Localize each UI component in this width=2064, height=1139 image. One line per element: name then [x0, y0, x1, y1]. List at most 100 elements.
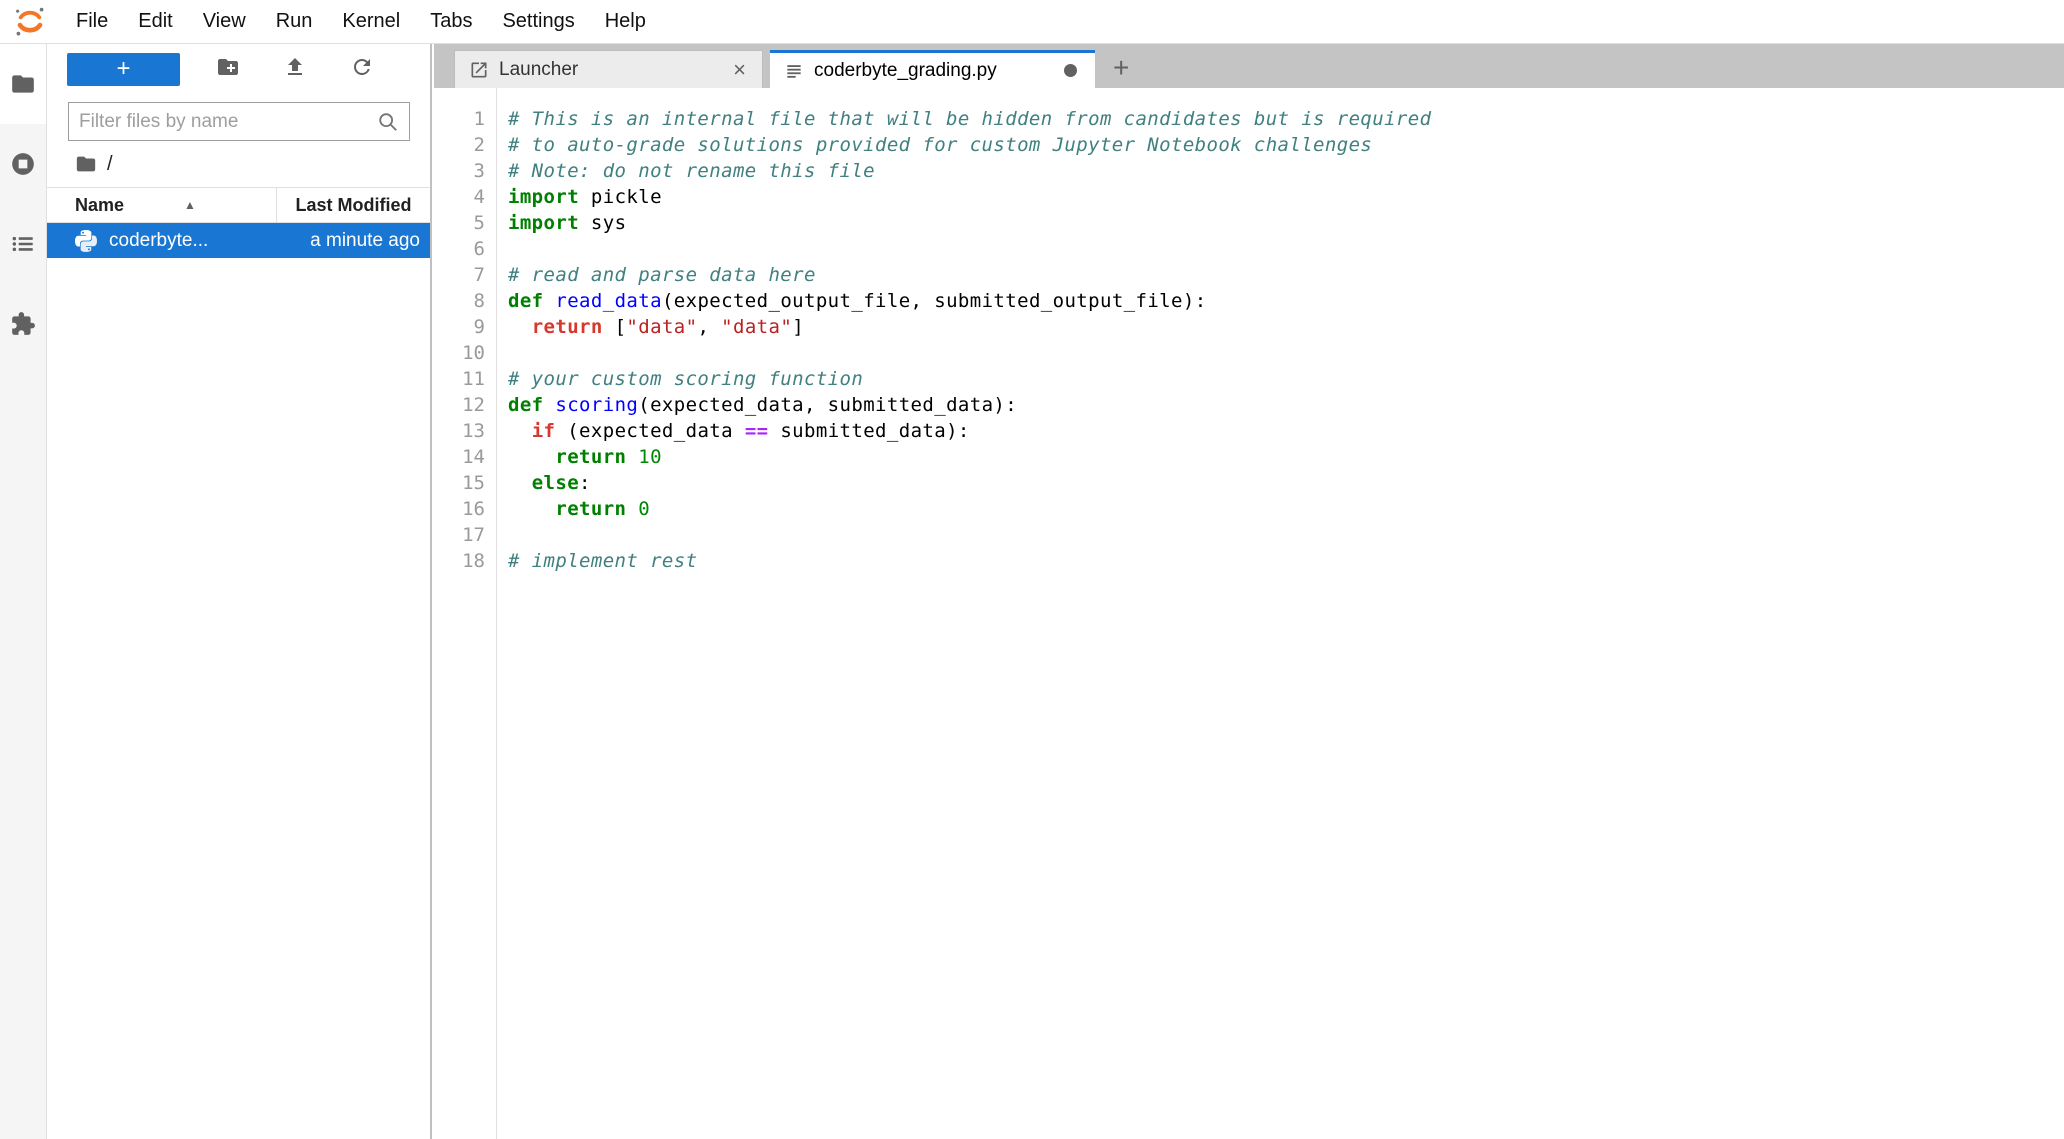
code-token	[508, 238, 520, 260]
code-token: import	[508, 186, 579, 208]
line-number: 10	[434, 340, 485, 366]
search-icon	[377, 111, 399, 133]
code-line[interactable]: return ["data", "data"]	[508, 314, 2064, 340]
code-token: return	[532, 316, 603, 338]
code-token: sys	[579, 212, 626, 234]
line-number: 3	[434, 158, 485, 184]
sidebar-item-extensions[interactable]	[0, 284, 46, 364]
code-token	[544, 394, 556, 416]
code-editor[interactable]: 123456789101112131415161718 # This is an…	[434, 88, 2064, 1139]
line-number-gutter: 123456789101112131415161718	[434, 88, 497, 1139]
code-token	[508, 316, 532, 338]
file-row-coderbyte-grading[interactable]: coderbyte... a minute ago	[47, 223, 430, 258]
add-tab-button[interactable]: +	[1109, 56, 1133, 80]
code-token: ==	[745, 420, 769, 442]
line-number: 17	[434, 522, 485, 548]
menu-help[interactable]: Help	[590, 0, 661, 44]
line-number: 2	[434, 132, 485, 158]
line-number: 16	[434, 496, 485, 522]
new-launcher-button[interactable]: +	[67, 53, 180, 86]
code-token: # your custom scoring function	[508, 368, 863, 390]
file-browser-toolbar: +	[47, 44, 430, 94]
code-lines[interactable]: # This is an internal file that will be …	[497, 88, 2064, 1139]
menu-view[interactable]: View	[188, 0, 261, 44]
code-line[interactable]: # implement rest	[508, 548, 2064, 574]
menu-edit[interactable]: Edit	[123, 0, 187, 44]
code-token: (expected_output_file, submitted_output_…	[662, 290, 1207, 312]
code-line[interactable]: # your custom scoring function	[508, 366, 2064, 392]
code-line[interactable]: import sys	[508, 210, 2064, 236]
code-line[interactable]	[508, 340, 2064, 366]
sort-ascending-icon: ▲	[184, 198, 196, 212]
puzzle-icon	[10, 311, 36, 337]
tab-coderbyte-grading[interactable]: coderbyte_grading.py	[770, 50, 1095, 88]
code-line[interactable]	[508, 522, 2064, 548]
line-number: 15	[434, 470, 485, 496]
code-line[interactable]: def scoring(expected_data, submitted_dat…	[508, 392, 2064, 418]
code-token	[508, 498, 555, 520]
code-line[interactable]: # read and parse data here	[508, 262, 2064, 288]
launcher-icon	[469, 60, 489, 80]
code-line[interactable]	[508, 236, 2064, 262]
text-file-icon	[784, 61, 804, 81]
filter-files-input[interactable]	[79, 111, 377, 133]
code-token: ,	[697, 316, 721, 338]
code-token: if	[532, 420, 556, 442]
line-number: 11	[434, 366, 485, 392]
code-line[interactable]: # This is an internal file that will be …	[508, 106, 2064, 132]
code-line[interactable]: # Note: do not rename this file	[508, 158, 2064, 184]
code-line[interactable]: return 0	[508, 496, 2064, 522]
menu-kernel[interactable]: Kernel	[327, 0, 415, 44]
line-number: 12	[434, 392, 485, 418]
code-token	[544, 290, 556, 312]
main-dock-panel: Launcher × coderbyte_grading.py + 123456…	[434, 44, 2064, 1139]
new-folder-icon[interactable]	[216, 55, 240, 84]
code-line[interactable]: # to auto-grade solutions provided for c…	[508, 132, 2064, 158]
column-header-name[interactable]: Name ▲	[47, 188, 277, 222]
code-line[interactable]: else:	[508, 470, 2064, 496]
code-token: # read and parse data here	[508, 264, 816, 286]
code-token	[508, 342, 520, 364]
code-line[interactable]: import pickle	[508, 184, 2064, 210]
line-number: 6	[434, 236, 485, 262]
line-number: 14	[434, 444, 485, 470]
code-token	[626, 446, 638, 468]
menu-settings[interactable]: Settings	[487, 0, 589, 44]
tab-label: coderbyte_grading.py	[814, 60, 1064, 82]
code-token: scoring	[555, 394, 638, 416]
menu-file[interactable]: File	[61, 0, 123, 44]
sidebar-item-file-browser[interactable]	[0, 44, 46, 124]
menu-run[interactable]: Run	[261, 0, 328, 44]
home-folder-icon[interactable]	[75, 153, 97, 175]
sidebar-item-table-of-contents[interactable]	[0, 204, 46, 284]
stop-circle-icon	[10, 151, 36, 177]
code-token	[508, 420, 532, 442]
list-icon	[10, 231, 36, 257]
unsaved-changes-dot-icon[interactable]	[1064, 64, 1077, 77]
tab-launcher[interactable]: Launcher ×	[454, 50, 763, 88]
upload-icon[interactable]	[283, 55, 307, 84]
code-token: # Note: do not rename this file	[508, 160, 875, 182]
refresh-icon[interactable]	[350, 55, 374, 84]
name-column-label: Name	[75, 195, 124, 216]
code-token: def	[508, 290, 544, 312]
code-line[interactable]: def read_data(expected_output_file, subm…	[508, 288, 2064, 314]
code-line[interactable]: return 10	[508, 444, 2064, 470]
file-browser-panel: + / Name ▲ Last Modified	[47, 44, 432, 1139]
code-token: submitted_data):	[769, 420, 970, 442]
line-number: 1	[434, 106, 485, 132]
column-header-last-modified[interactable]: Last Modified	[277, 195, 430, 216]
line-number: 4	[434, 184, 485, 210]
line-number: 5	[434, 210, 485, 236]
code-token: return	[555, 498, 626, 520]
sidebar-item-running-kernels[interactable]	[0, 124, 46, 204]
close-icon[interactable]: ×	[731, 57, 748, 83]
menu-tabs[interactable]: Tabs	[415, 0, 487, 44]
code-token: [	[603, 316, 627, 338]
code-token	[508, 446, 555, 468]
breadcrumb-root[interactable]: /	[107, 153, 113, 176]
code-token: ]	[792, 316, 804, 338]
code-token: def	[508, 394, 544, 416]
line-number: 13	[434, 418, 485, 444]
code-line[interactable]: if (expected_data == submitted_data):	[508, 418, 2064, 444]
